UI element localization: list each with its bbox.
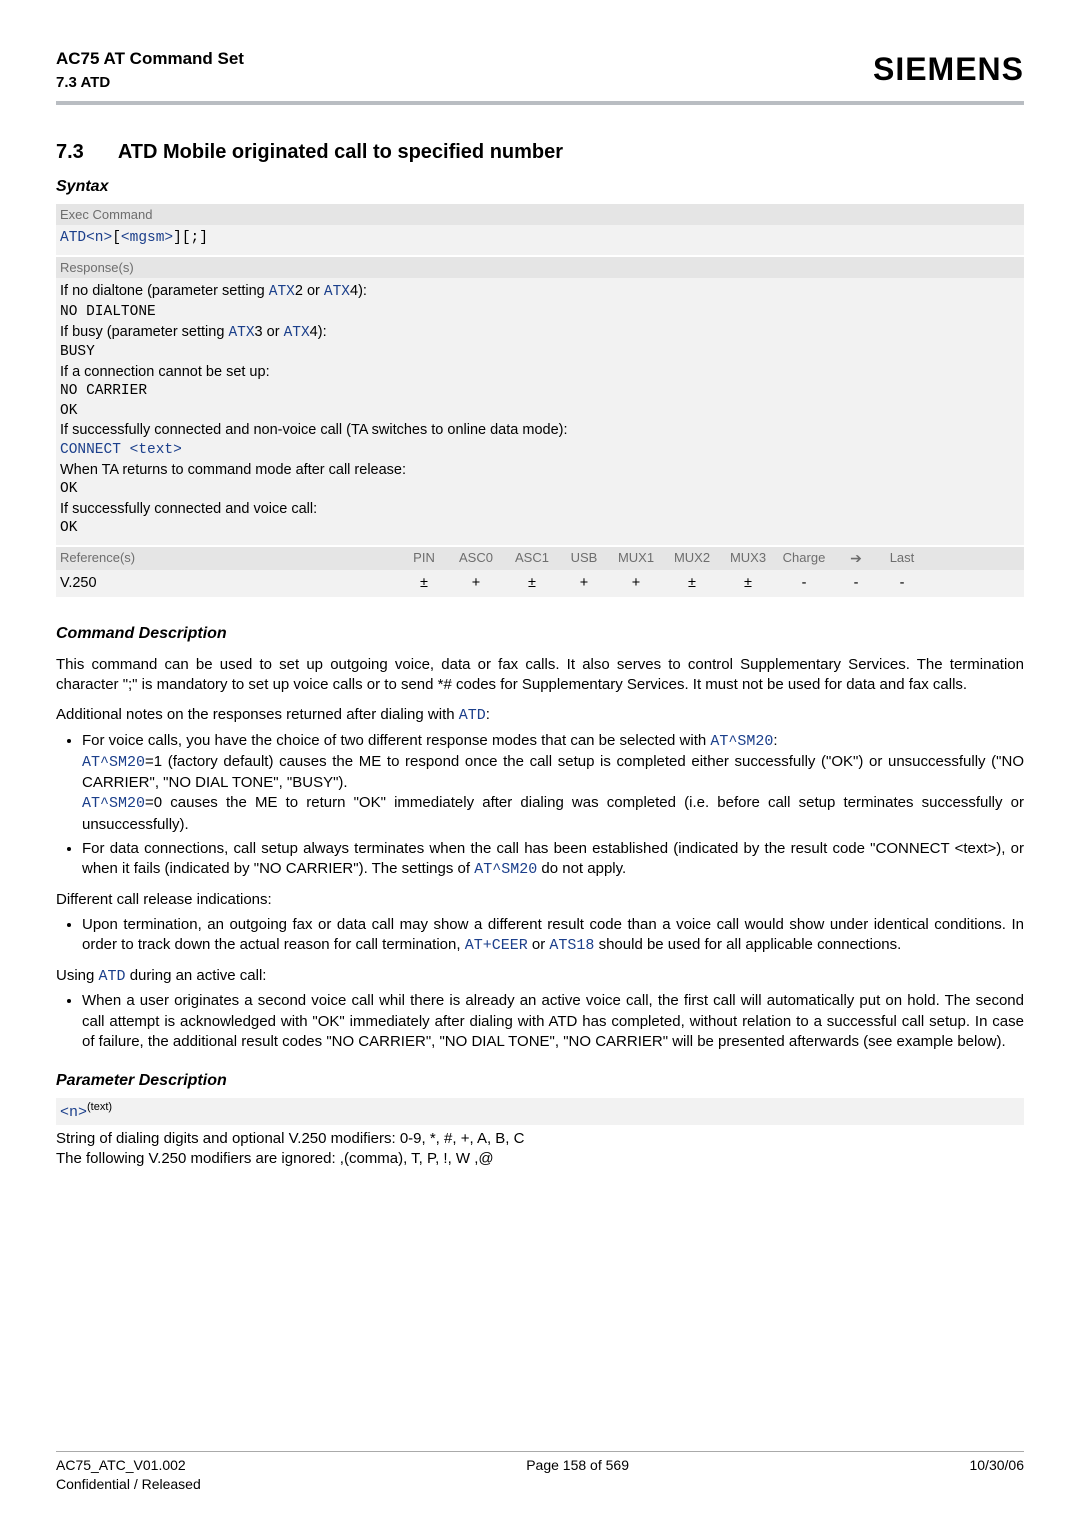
- link-sm20-3[interactable]: AT^SM20: [82, 795, 145, 812]
- col-mux2: MUX2: [664, 549, 720, 568]
- col-arrow-icon: ➔: [832, 549, 880, 568]
- r10: When TA returns to command mode after ca…: [60, 461, 1020, 481]
- v-mux1: +: [608, 574, 664, 594]
- r12: If successfully connected and voice call…: [60, 500, 1020, 520]
- section-title: ATD Mobile originated call to specified …: [118, 139, 563, 166]
- cmd-desc-p2a: Additional notes on the responses return…: [56, 706, 459, 723]
- cmd-desc-p1: This command can be used to set up outgo…: [56, 655, 1024, 696]
- section-number: 7.3: [56, 139, 84, 166]
- footer-left: AC75_ATC_V01.002: [56, 1456, 186, 1475]
- r3-atx2[interactable]: ATX: [284, 325, 310, 341]
- footer-center: Page 158 of 569: [526, 1456, 629, 1475]
- bullet-data: For data connections, call setup always …: [82, 839, 1024, 881]
- exec-cmd-mgsm: <mgsm>: [121, 230, 173, 246]
- link-sm20-4[interactable]: AT^SM20: [474, 861, 537, 878]
- v-pin: ±: [400, 574, 448, 594]
- exec-cmd-n: <n>: [86, 230, 112, 246]
- col-asc1: ASC1: [504, 549, 560, 568]
- param-l2: The following V.250 modifiers are ignore…: [56, 1149, 1024, 1169]
- command-description-heading: Command Description: [56, 623, 1024, 645]
- exec-cmd-atd: ATD: [60, 230, 86, 246]
- param-n: <n>: [60, 1104, 87, 1121]
- col-mux3: MUX3: [720, 549, 776, 568]
- r8: If successfully connected and non-voice …: [60, 421, 1020, 441]
- col-last: Last: [880, 549, 924, 568]
- param-l1: String of dialing digits and optional V.…: [56, 1129, 1024, 1149]
- using-atd-a: Using: [56, 967, 99, 984]
- page-footer: AC75_ATC_V01.002 Page 158 of 569 10/30/0…: [56, 1451, 1024, 1494]
- r3c: 4):: [310, 324, 327, 340]
- r9a: CONNECT: [60, 442, 130, 458]
- r6: NO CARRIER: [60, 382, 1020, 402]
- footer-right: 10/30/06: [969, 1456, 1024, 1475]
- r1b: 2 or: [295, 283, 324, 299]
- r2: NO DIALTONE: [60, 303, 1020, 323]
- r13: OK: [60, 519, 1020, 539]
- v-asc0: +: [448, 574, 504, 594]
- r11: OK: [60, 480, 1020, 500]
- r3-atx1[interactable]: ATX: [228, 325, 254, 341]
- link-sm20-1[interactable]: AT^SM20: [710, 733, 773, 750]
- response-block: If no dialtone (parameter setting ATX2 o…: [56, 278, 1024, 544]
- v-usb: +: [560, 574, 608, 594]
- reference-row: V.250 ± + ± + + ± ± - - -: [56, 570, 1024, 598]
- r1-atx2[interactable]: ATX: [324, 284, 350, 300]
- response-label: Response(s): [56, 257, 1024, 279]
- link-atd-2[interactable]: ATD: [99, 968, 126, 985]
- reference-label: Reference(s): [60, 549, 400, 567]
- doc-title: AC75 AT Command Set: [56, 48, 244, 71]
- header-divider: [56, 101, 1024, 105]
- link-atd-1[interactable]: ATD: [459, 707, 486, 724]
- param-name-box: <n>(text): [56, 1098, 1024, 1125]
- r1c: 4):: [350, 283, 367, 299]
- v-asc1: ±: [504, 574, 560, 594]
- footer-divider: [56, 1451, 1024, 1452]
- exec-cmd-br1: [: [112, 230, 121, 246]
- exec-command-code: ATD<n>[<mgsm>][;]: [56, 225, 1024, 255]
- v-mux3: ±: [720, 574, 776, 594]
- v-mux2: ±: [664, 574, 720, 594]
- exec-command-label: Exec Command: [56, 204, 1024, 226]
- col-pin: PIN: [400, 549, 448, 568]
- param-type: (text): [87, 1101, 112, 1113]
- reference-header: Reference(s) PIN ASC0 ASC1 USB MUX1 MUX2…: [56, 547, 1024, 570]
- parameter-description-heading: Parameter Description: [56, 1070, 1024, 1092]
- link-ceer[interactable]: AT+CEER: [465, 937, 528, 954]
- using-atd-b: during an active call:: [126, 967, 267, 984]
- r3b: 3 or: [255, 324, 284, 340]
- r9b: <text>: [130, 442, 182, 458]
- r4: BUSY: [60, 343, 1020, 363]
- col-asc0: ASC0: [448, 549, 504, 568]
- footer-left2: Confidential / Released: [56, 1475, 1024, 1494]
- ref-row-label: V.250: [60, 574, 400, 594]
- link-ats18[interactable]: ATS18: [549, 937, 594, 954]
- r1-atx1[interactable]: ATX: [269, 284, 295, 300]
- link-sm20-2[interactable]: AT^SM20: [82, 754, 145, 771]
- r5: If a connection cannot be set up:: [60, 363, 1020, 383]
- col-charge: Charge: [776, 549, 832, 568]
- v-arrow: -: [832, 574, 880, 594]
- exec-cmd-br2: ][;]: [173, 230, 208, 246]
- syntax-heading: Syntax: [56, 176, 1024, 198]
- v-charge: -: [776, 574, 832, 594]
- v-last: -: [880, 574, 924, 594]
- bullet-second-call: When a user originates a second voice ca…: [82, 991, 1024, 1052]
- brand-logo: SIEMENS: [873, 48, 1024, 91]
- col-mux1: MUX1: [608, 549, 664, 568]
- bullet-release: Upon termination, an outgoing fax or dat…: [82, 915, 1024, 957]
- cmd-desc-p2b: :: [486, 706, 490, 723]
- col-usb: USB: [560, 549, 608, 568]
- diff-release-label: Different call release indications:: [56, 890, 1024, 910]
- r7: OK: [60, 402, 1020, 422]
- doc-sub: 7.3 ATD: [56, 73, 244, 93]
- bullet-voice: For voice calls, you have the choice of …: [82, 731, 1024, 835]
- r1a: If no dialtone (parameter setting: [60, 283, 269, 299]
- r3a: If busy (parameter setting: [60, 324, 228, 340]
